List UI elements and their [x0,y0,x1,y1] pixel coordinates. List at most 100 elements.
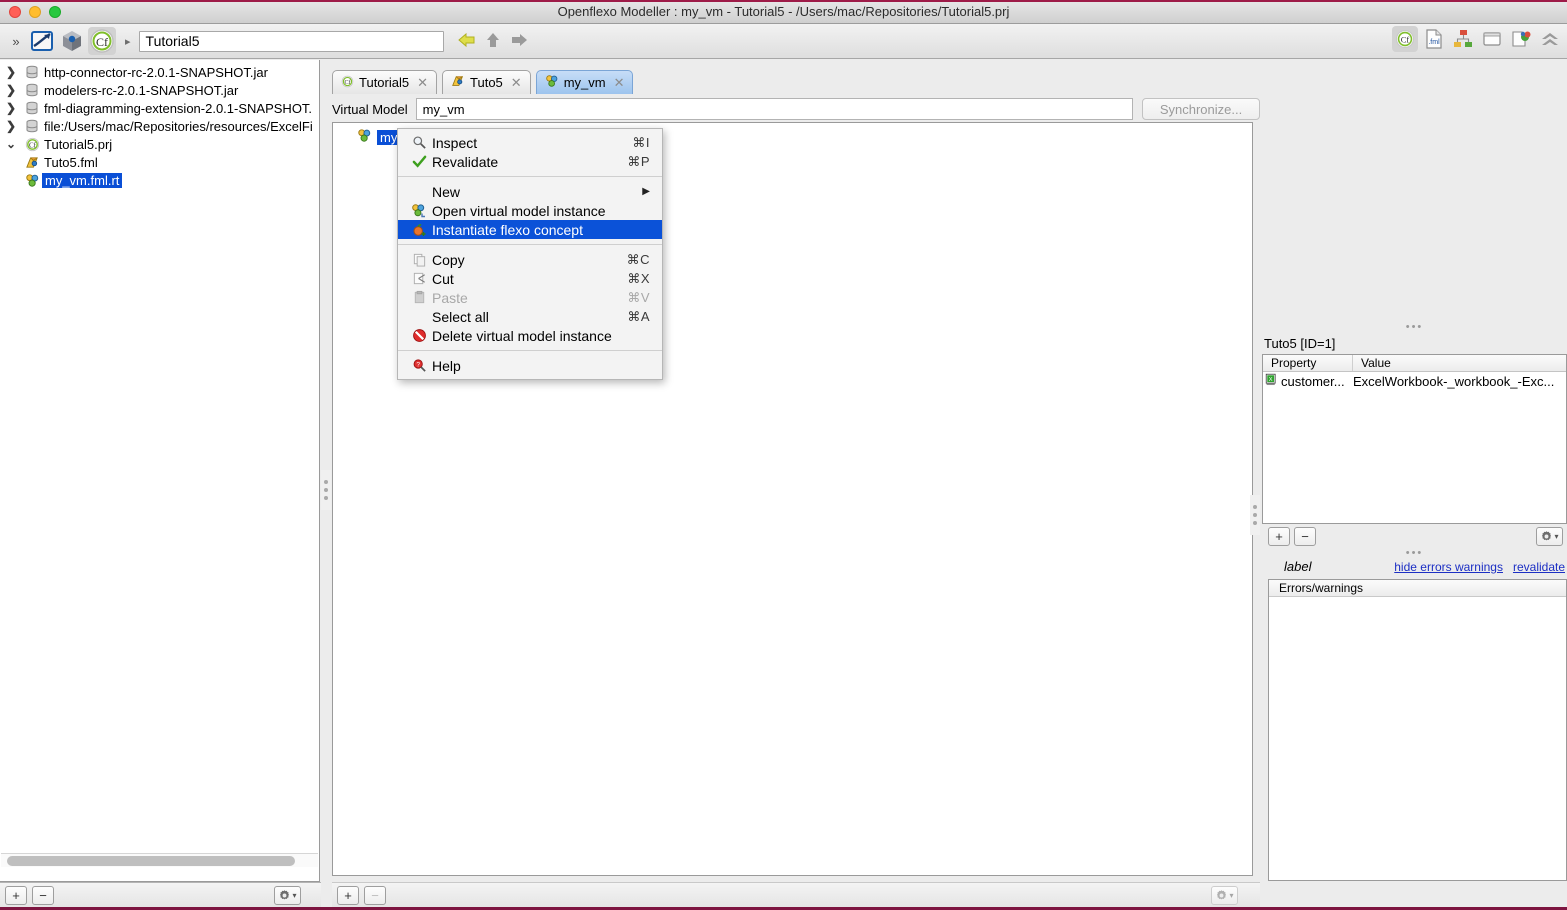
tab-tutorial5[interactable]: Cf Tutorial5 ✕ [332,70,438,94]
menu-item-instantiate-flexo-concept[interactable]: Instantiate flexo concept [398,220,662,239]
expand-twisty-icon[interactable]: ❯ [0,119,22,133]
close-icon[interactable]: ✕ [614,75,625,91]
errors-warnings-header[interactable]: Errors/warnings [1269,580,1566,597]
menu-item-inspect[interactable]: Inspect ⌘I [398,133,662,152]
minimize-window-button[interactable] [29,5,41,18]
project-path-field[interactable]: Tutorial5 [138,30,444,52]
browser-bottom-toolbar: + − ▾ [0,882,321,908]
expand-twisty-icon[interactable]: ❯ [0,65,22,79]
menu-item-help[interactable]: ? Help [398,356,662,375]
expand-twisty-icon[interactable]: ❯ [0,101,22,115]
menu-item-select-all[interactable]: Select all ⌘A [398,307,662,326]
tree-node-label: file:/Users/mac/Repositories/resources/E… [44,118,313,134]
tree-node-label: my_vm.fml.rt [42,172,123,188]
column-header-value[interactable]: Value [1353,355,1566,371]
context-menu[interactable]: Inspect ⌘I Revalidate ⌘P New ▶ Open virt… [397,128,663,380]
menu-item-open-virtual-model-instance[interactable]: Open virtual model instance [398,201,662,220]
menu-item-new[interactable]: New ▶ [398,182,662,201]
chevron-double-down-icon[interactable]: » [6,30,26,52]
diagram-perspective-icon[interactable] [1450,26,1476,52]
tree-node-selected[interactable]: my_vm.fml.rt [0,171,319,189]
menu-item-label: Revalidate [432,153,499,170]
remove-button[interactable]: − [1294,526,1316,546]
property-name: customer... [1281,373,1345,389]
close-window-button[interactable] [9,5,21,18]
svg-text:.fml: .fml [1428,39,1440,46]
remove-button[interactable]: − [32,886,54,905]
editor-tab-bar: Cf Tutorial5 ✕ Tuto5 ✕ my_vm ✕ [332,68,634,94]
cube-modeller-icon[interactable] [58,27,86,55]
property-table-toolbar: + − ▾ [1262,524,1567,548]
right-panel: ••• Tuto5 [ID=1] Property Value X custom… [1262,60,1567,910]
tree-node-label: modelers-rc-2.0.1-SNAPSHOT.jar [44,82,239,98]
view-perspective-icon[interactable] [1479,26,1505,52]
openflexo-logo-icon[interactable] [28,27,56,55]
tree-node[interactable]: ❯ http-connector-rc-2.0.1-SNAPSHOT.jar [0,63,319,81]
documentation-perspective-icon[interactable] [1508,26,1534,52]
expand-twisty-icon[interactable]: ❯ [0,83,22,97]
collapse-twisty-icon[interactable]: ⌄ [0,137,22,151]
column-header-property[interactable]: Property [1263,355,1353,371]
menu-item-accelerator: ⌘X [627,270,650,286]
panel-drag-handle-dots-2[interactable]: ••• [1262,548,1567,559]
menu-item-revalidate[interactable]: Revalidate ⌘P [398,152,662,171]
menu-item-label: Copy [432,251,465,268]
window-controls[interactable] [9,5,61,18]
zoom-window-button[interactable] [49,5,61,18]
property-table[interactable]: Property Value X customer... ExcelWorkbo… [1262,354,1567,524]
settings-gear-button[interactable]: ▾ [1211,886,1238,905]
menu-item-cut[interactable]: Cut ⌘X [398,269,662,288]
panel-drag-handle-dots[interactable]: ••• [1262,322,1567,333]
menu-item-paste: Paste ⌘V [398,288,662,307]
tab-label: Tutorial5 [359,75,410,90]
application-window: Openflexo Modeller : my_vm - Tutorial5 -… [0,0,1567,910]
synchronize-button[interactable]: Synchronize... [1142,98,1260,120]
errors-warnings-panel[interactable]: Errors/warnings [1268,579,1567,881]
tree-node[interactable]: ❯ fml-diagramming-extension-2.0.1-SNAPSH… [0,99,319,117]
up-arrow-icon[interactable] [485,32,501,51]
openflexo-project-icon[interactable]: Cf [88,27,116,55]
add-button[interactable]: + [1268,526,1290,546]
cut-icon [408,271,430,286]
jar-icon [22,65,42,79]
path-separator-icon: ▸ [125,35,131,48]
add-button[interactable]: + [5,886,27,905]
close-icon[interactable]: ✕ [417,75,428,91]
add-button[interactable]: + [337,886,359,905]
right-splitter-handle[interactable] [1250,495,1260,535]
menu-item-delete-virtual-model-instance[interactable]: Delete virtual model instance [398,326,662,345]
tab-tuto5[interactable]: Tuto5 ✕ [442,70,531,94]
forward-arrow-icon[interactable] [510,32,528,51]
project-tree[interactable]: ❯ http-connector-rc-2.0.1-SNAPSHOT.jar ❯… [0,60,319,189]
close-icon[interactable]: ✕ [511,75,522,91]
browser-horizontal-scrollbar[interactable] [1,853,318,867]
left-splitter-handle[interactable] [321,470,331,510]
fml-perspective-icon[interactable]: .fml [1421,26,1447,52]
svg-text:Cf: Cf [344,78,351,85]
tree-node[interactable]: ❯ modelers-rc-2.0.1-SNAPSHOT.jar [0,81,319,99]
value-cell: ExcelWorkbook-_workbook_-Exc... [1353,373,1555,389]
tree-node[interactable]: ⌄ Cf Tutorial5.prj [0,135,319,153]
virtual-model-input[interactable]: my_vm [415,98,1133,120]
tab-my-vm[interactable]: my_vm ✕ [535,70,634,94]
table-row[interactable]: X customer... ExcelWorkbook-_workbook_-E… [1263,372,1566,390]
tree-node[interactable]: Tuto5.fml [0,153,319,171]
menu-item-copy[interactable]: Copy ⌘C [398,250,662,269]
virtual-model-row: Virtual Model my_vm Synchronize... [332,96,1260,122]
menu-separator [398,176,662,177]
menu-item-label: Help [432,357,461,374]
magnifier-icon [408,135,430,150]
collapse-toolbar-icon[interactable] [1537,26,1563,52]
remove-button[interactable]: − [364,886,386,905]
project-perspective-icon[interactable]: Cf [1392,26,1418,52]
back-arrow-icon[interactable] [457,32,476,51]
settings-gear-button[interactable]: ▾ [1536,526,1563,546]
svg-text:Cf: Cf [28,141,36,149]
revalidate-link[interactable]: revalidate [1513,560,1565,574]
settings-gear-button[interactable]: ▾ [274,886,301,905]
fml-file-icon [22,155,42,170]
inspector-title: Tuto5 [ID=1] [1264,336,1336,351]
scrollbar-thumb[interactable] [7,856,295,866]
hide-errors-warnings-link[interactable]: hide errors warnings [1394,560,1503,574]
tree-node[interactable]: ❯ file:/Users/mac/Repositories/resources… [0,117,319,135]
